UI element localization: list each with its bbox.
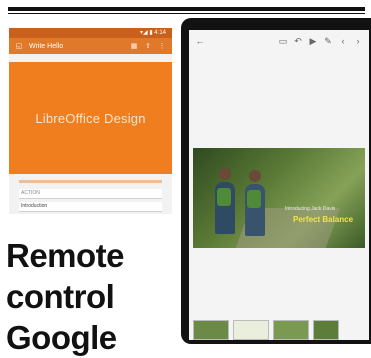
current-slide[interactable]: Introducing Jack Davis Perfect Balance [193,148,365,248]
window-icon[interactable]: ▭ [278,36,288,47]
app-bar-title: Write Hello [29,42,64,50]
slide-thumbnail[interactable] [273,320,309,340]
pointer-icon[interactable]: ✎ [323,36,333,47]
divider [19,180,162,183]
grid-icon[interactable]: ▦ [130,42,138,50]
undo-icon[interactable]: ↶ [293,36,303,47]
heading-line-3: Google [6,319,117,356]
libreoffice-icon[interactable]: ◱ [15,42,23,50]
top-rule-thick [8,7,365,11]
phone-screenshot: ▾◢ ▮ 4:14 ◱ Write Hello ▦ ⇪ ⋮ LibreOffic… [9,28,172,214]
slide-thumbnails [189,320,369,340]
top-rule-thin [8,13,365,14]
action-field[interactable]: Introduction [19,202,162,212]
slide-thumbnail[interactable] [233,320,269,340]
next-icon[interactable]: › [353,36,363,46]
slide-backpack [247,190,261,208]
slide-title: Perfect Balance [293,215,354,224]
tablet-device: ← ▭ ↶ ▶ ✎ ‹ › Introducing Jack Davis Per… [181,18,371,344]
article-heading: Remote control Google [6,235,176,358]
action-label: ACTION [19,189,162,199]
back-icon[interactable]: ← [195,36,205,46]
slide-person-head [219,168,231,180]
slide-person-head [249,170,261,182]
slide-thumbnail[interactable] [193,320,229,340]
prev-icon[interactable]: ‹ [338,36,348,46]
heading-line-2: control [6,278,115,315]
heading-line-1: Remote [6,237,125,274]
slide-backpack [217,188,231,206]
app-bar: ◱ Write Hello ▦ ⇪ ⋮ [9,38,172,54]
slide-thumbnail[interactable] [313,320,339,340]
share-icon[interactable]: ⇪ [144,42,152,50]
impress-toolbar: ← ▭ ↶ ▶ ✎ ‹ › [189,30,369,52]
slide-banner: LibreOffice Design [9,62,172,174]
tablet-screen: ← ▭ ↶ ▶ ✎ ‹ › Introducing Jack Davis Per… [189,30,369,340]
slide-subtitle: Introducing Jack Davis [285,206,336,212]
play-icon[interactable]: ▶ [308,36,318,47]
more-icon[interactable]: ⋮ [158,42,166,50]
status-bar: ▾◢ ▮ 4:14 [9,28,172,38]
